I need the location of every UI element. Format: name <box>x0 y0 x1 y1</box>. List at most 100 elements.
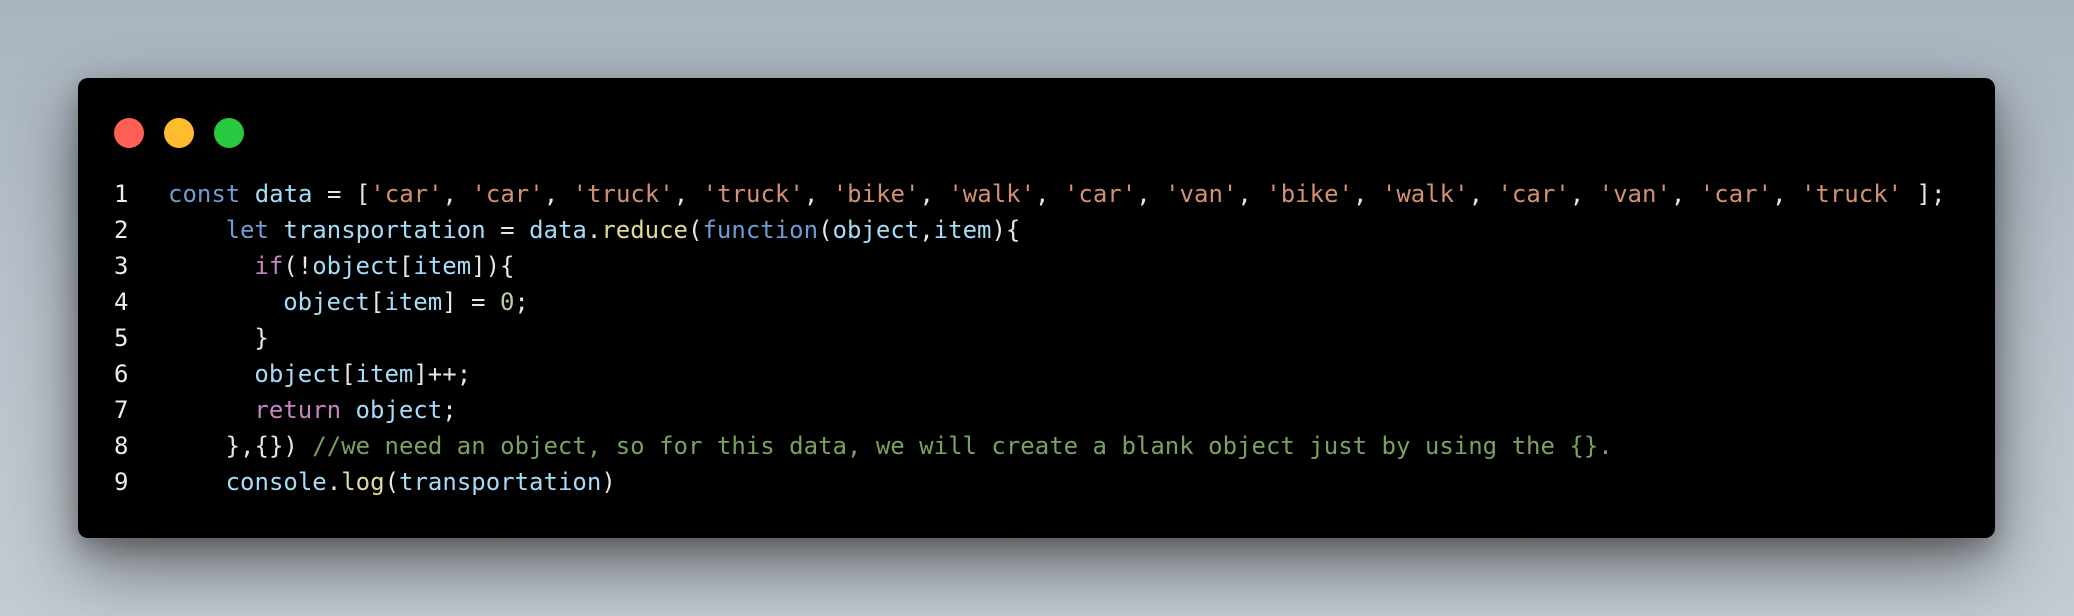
code-token: object <box>832 216 920 244</box>
line-number: 1 <box>114 180 129 208</box>
code-token: 'car' <box>1699 180 1773 208</box>
code-token: 'truck' <box>1800 180 1903 208</box>
code-token: item <box>413 252 472 280</box>
code-token: item <box>355 360 414 388</box>
code-line: 4 object[item] = 0; <box>78 284 1995 320</box>
line-number: 6 <box>114 360 129 388</box>
line-code: const data = ['car', 'car', 'truck', 'tr… <box>168 176 1945 212</box>
line-number: 9 <box>114 468 129 496</box>
line-code: } <box>168 320 269 356</box>
code-token: item <box>384 288 443 316</box>
line-number: 2 <box>114 216 129 244</box>
code-token: object <box>254 360 342 388</box>
code-token: , <box>543 180 573 208</box>
code-token: , <box>1468 180 1498 208</box>
code-token: 'van' <box>1598 180 1671 208</box>
code-window: 1 const data = ['car', 'car', 'truck', 't… <box>78 78 1995 538</box>
code-token: , <box>919 216 934 244</box>
code-token: transportation <box>399 468 602 496</box>
code-line: 5} <box>78 320 1995 356</box>
code-token: [ <box>398 252 414 280</box>
line-code: if(!object[item]){ <box>168 248 514 284</box>
code-token: ]++; <box>413 360 472 388</box>
code-token: object <box>312 252 399 280</box>
code-token: , <box>673 180 703 208</box>
code-token: reduce <box>601 216 689 244</box>
line-number: 8 <box>114 432 129 460</box>
code-token: data <box>254 180 313 208</box>
code-token: 'bike' <box>1266 180 1353 208</box>
line-number: 3 <box>114 252 129 280</box>
code-token: transportation <box>283 216 486 244</box>
code-line: 9 console.log(transportation) <box>78 464 1995 500</box>
code-token: console <box>225 468 327 496</box>
code-line: 2 let transportation = data.reduce(functi… <box>78 212 1995 248</box>
code-token: ]; <box>1902 180 1946 208</box>
minimize-button[interactable] <box>164 118 194 148</box>
code-token: , <box>1352 180 1382 208</box>
code-token: , <box>1136 180 1166 208</box>
code-token: 0 <box>499 288 515 316</box>
code-token: let <box>225 216 269 244</box>
code-token: 'bike' <box>832 180 920 208</box>
code-line: 1 const data = ['car', 'car', 'truck', 't… <box>78 176 1995 212</box>
code-token: log <box>341 468 385 496</box>
window-controls <box>114 118 244 148</box>
code-token: ( <box>818 216 833 244</box>
code-token: , <box>1772 180 1801 208</box>
code-editor[interactable]: 1 const data = ['car', 'car', 'truck', 't… <box>78 176 1995 500</box>
code-line: 8 },{}) //we need an object, so for this … <box>78 428 1995 464</box>
code-token: [ <box>369 288 385 316</box>
code-token: } <box>254 324 269 352</box>
line-code: let transportation = data.reduce(functio… <box>168 212 1021 248</box>
code-token: , <box>442 180 472 208</box>
code-token: ] = <box>442 288 500 316</box>
code-line: 3 if(!object[item]){ <box>78 248 1995 284</box>
code-token: , <box>1237 180 1267 208</box>
line-code: object[item] = 0; <box>168 284 529 320</box>
code-token: data <box>529 216 587 244</box>
line-number: 7 <box>114 396 129 424</box>
code-line: 6 object[item]++; <box>78 356 1995 392</box>
code-token: = <box>485 216 530 244</box>
code-token: 'van' <box>1165 180 1238 208</box>
code-token: , <box>1670 180 1700 208</box>
line-code: console.log(transportation) <box>168 464 616 500</box>
code-token: . <box>326 468 342 496</box>
code-token: , <box>919 180 949 208</box>
code-token: 'car' <box>370 180 443 208</box>
code-token: , <box>803 180 833 208</box>
code-token: 'car' <box>471 180 544 208</box>
code-token: 'car' <box>1063 180 1137 208</box>
code-token: . <box>586 216 602 244</box>
code-token: = [ <box>312 180 371 208</box>
code-token: 'walk' <box>1381 180 1469 208</box>
code-token: 'walk' <box>948 180 1036 208</box>
code-token: , <box>1569 180 1599 208</box>
maximize-button[interactable] <box>214 118 244 148</box>
code-line: 7 return object; <box>78 392 1995 428</box>
line-code: return object; <box>168 392 456 428</box>
code-token: , <box>1035 180 1064 208</box>
line-code: },{}) //we need an object, so for this d… <box>168 428 1613 464</box>
code-token: },{}) <box>225 432 313 460</box>
code-token: 'truck' <box>702 180 804 208</box>
code-token: 'truck' <box>572 180 674 208</box>
code-token: ){ <box>991 216 1021 244</box>
code-token: (! <box>283 252 313 280</box>
code-token: if <box>254 252 284 280</box>
code-token: ) <box>601 468 616 496</box>
code-token: [ <box>341 360 356 388</box>
line-number: 5 <box>114 324 129 352</box>
close-button[interactable] <box>114 118 144 148</box>
code-token: item <box>933 216 992 244</box>
code-token: ( <box>384 468 400 496</box>
code-token: const <box>168 180 241 208</box>
code-token: object <box>283 288 370 316</box>
code-token: //we need an object, so for this data, w… <box>312 432 1613 460</box>
code-token: ( <box>688 216 703 244</box>
code-token: ; <box>514 288 529 316</box>
